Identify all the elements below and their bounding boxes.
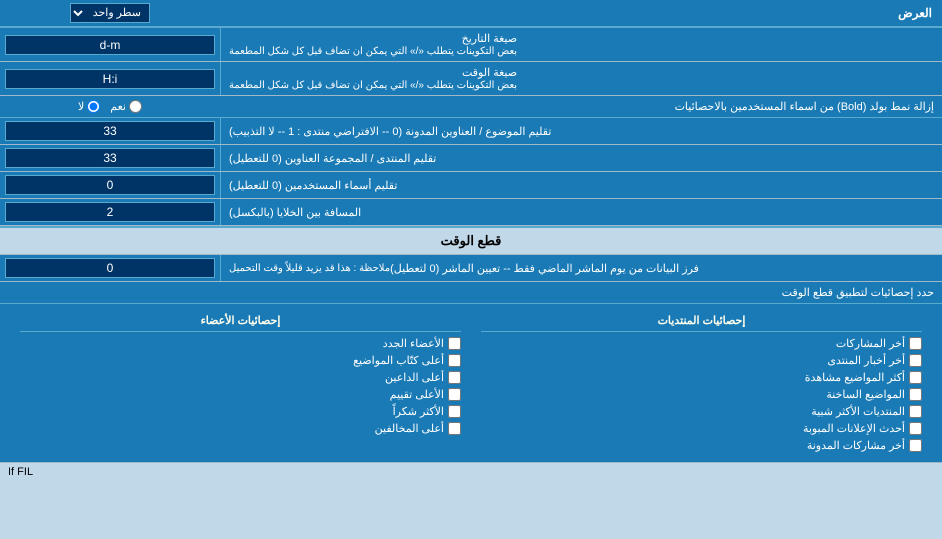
col-forums-header: إحصائيات المنتديات [481, 312, 922, 332]
date-format-row: صيغة التاريخ بعض التكوينات يتطلب «/» الت… [0, 28, 942, 62]
trim-forum-row: تقليم المنتدى / المجموعة العناوين (0 للت… [0, 145, 942, 172]
checkbox-most-viewed[interactable] [909, 371, 922, 384]
checkbox-col-members: إحصائيات الأعضاء الأعضاء الجدد أعلى كتّا… [10, 309, 471, 457]
trim-users-row: تقليم أسماء المستخدمين (0 للتعطيل) [0, 172, 942, 199]
time-format-input[interactable] [5, 69, 215, 89]
time-format-input-area [0, 62, 220, 95]
bold-radio-no-label: لا [78, 100, 100, 113]
checkbox-item-top-inviters: أعلى الداعين [20, 369, 461, 386]
checkbox-item-latest-classifieds: أحدث الإعلانات المبوبة [481, 420, 922, 437]
snapshot-days-input[interactable] [5, 258, 215, 278]
cell-spacing-label: المسافة بين الخلايا (بالبكسل) [220, 199, 942, 225]
checkbox-columns: إحصائيات المنتديات أخر المشاركات أخر أخب… [10, 309, 932, 457]
trim-users-label: تقليم أسماء المستخدمين (0 للتعطيل) [220, 172, 942, 198]
bold-radio-label: إزالة نمط بولد (Bold) من اسماء المستخدمي… [220, 96, 942, 117]
top-select-area: سطر واحد سطران ثلاثة أسطر [0, 0, 220, 26]
trim-forum-input-area [0, 145, 220, 171]
bold-radio-no[interactable] [87, 100, 100, 113]
checkbox-item-most-viewed: أكثر المواضيع مشاهدة [481, 369, 922, 386]
checkbox-top-posters[interactable] [448, 354, 461, 367]
date-format-input[interactable] [5, 35, 215, 55]
snapshot-days-input-area [0, 255, 220, 281]
trim-subject-row: تقليم الموضوع / العناوين المدونة (0 -- ا… [0, 118, 942, 145]
time-format-label: صيغة الوقت بعض التكوينات يتطلب «/» التي … [220, 62, 942, 95]
iffl-note: If FIL [0, 462, 942, 481]
checkbox-top-violators[interactable] [448, 422, 461, 435]
checkbox-blog-posts[interactable] [909, 439, 922, 452]
date-format-label: صيغة التاريخ بعض التكوينات يتطلب «/» الت… [220, 28, 942, 61]
apply-row: حدد إحصائيات لتطبيق قطع الوقت [0, 282, 942, 304]
checkbox-top-inviters[interactable] [448, 371, 461, 384]
checkbox-item-most-thanked: الأكثر شكراً [20, 403, 461, 420]
bold-radio-yes-label: نعم [110, 100, 142, 113]
checkbox-latest-posts[interactable] [909, 337, 922, 350]
checkbox-item-top-rated: الأعلى تقييم [20, 386, 461, 403]
checkbox-hot-topics[interactable] [909, 388, 922, 401]
snapshot-section-header: قطع الوقت [0, 226, 942, 255]
cell-spacing-row: المسافة بين الخلايا (بالبكسل) [0, 199, 942, 226]
checkbox-most-thanked[interactable] [448, 405, 461, 418]
time-format-main: صيغة الوقت بعض التكوينات يتطلب «/» التي … [229, 66, 517, 91]
checkbox-item-forum-news: أخر أخبار المنتدى [481, 352, 922, 369]
trim-subject-input[interactable] [5, 121, 215, 141]
main-container: العرض سطر واحد سطران ثلاثة أسطر صيغة الت… [0, 0, 942, 481]
checkbox-item-most-similar: المنتديات الأكثر شبية [481, 403, 922, 420]
col-members-header: إحصائيات الأعضاء [20, 312, 461, 332]
date-format-main: صيغة التاريخ بعض التكوينات يتطلب «/» الت… [229, 32, 517, 57]
checkbox-item-new-members: الأعضاء الجدد [20, 335, 461, 352]
checkbox-forum-news[interactable] [909, 354, 922, 367]
checkbox-latest-classifieds[interactable] [909, 422, 922, 435]
cell-spacing-input[interactable] [5, 202, 215, 222]
snapshot-days-row: فرز البيانات من يوم الماشر الماضي فقط --… [0, 255, 942, 282]
top-row: العرض سطر واحد سطران ثلاثة أسطر [0, 0, 942, 28]
checkbox-item-top-posters: أعلى كتّاب المواضيع [20, 352, 461, 369]
checkbox-item-top-violators: أعلى المخالفين [20, 420, 461, 437]
trim-users-input-area [0, 172, 220, 198]
trim-forum-input[interactable] [5, 148, 215, 168]
date-format-input-area [0, 28, 220, 61]
checkbox-top-rated[interactable] [448, 388, 461, 401]
cell-spacing-input-area [0, 199, 220, 225]
checkboxes-section: إحصائيات المنتديات أخر المشاركات أخر أخب… [0, 304, 942, 462]
checkbox-new-members[interactable] [448, 337, 461, 350]
trim-subject-label: تقليم الموضوع / العناوين المدونة (0 -- ا… [220, 118, 942, 144]
time-format-row: صيغة الوقت بعض التكوينات يتطلب «/» التي … [0, 62, 942, 96]
bold-radio-row: إزالة نمط بولد (Bold) من اسماء المستخدمي… [0, 96, 942, 118]
checkbox-col-forums: إحصائيات المنتديات أخر المشاركات أخر أخب… [471, 309, 932, 457]
top-select[interactable]: سطر واحد سطران ثلاثة أسطر [70, 3, 150, 23]
trim-users-input[interactable] [5, 175, 215, 195]
checkbox-item-latest-posts: أخر المشاركات [481, 335, 922, 352]
top-label: العرض [220, 1, 942, 25]
trim-subject-input-area [0, 118, 220, 144]
checkbox-most-similar[interactable] [909, 405, 922, 418]
snapshot-days-label: فرز البيانات من يوم الماشر الماضي فقط --… [220, 255, 942, 281]
checkbox-item-blog-posts: أخر مشاركات المدونة [481, 437, 922, 454]
bold-radio-yes[interactable] [129, 100, 142, 113]
checkbox-item-hot-topics: المواضيع الساخنة [481, 386, 922, 403]
trim-forum-label: تقليم المنتدى / المجموعة العناوين (0 للت… [220, 145, 942, 171]
bold-radio-options: نعم لا [0, 97, 220, 116]
